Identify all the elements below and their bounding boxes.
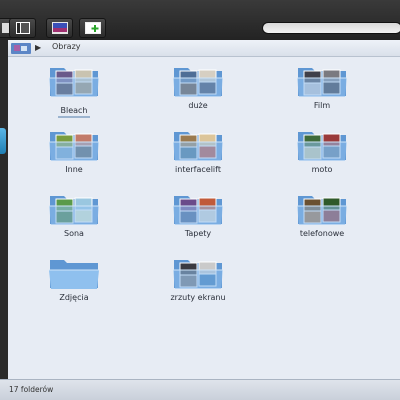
folder-icon [49,260,99,289]
sidebar-handle[interactable] [0,128,6,154]
folder-name: Film [313,101,331,110]
folder-item[interactable]: Film [274,64,370,116]
folder-name: moto [311,165,333,174]
search-input[interactable] [262,22,400,34]
desktop-preview-icon [51,22,68,34]
folder-icon [173,132,223,161]
folder-count: 17 folderów [9,385,54,394]
folder-name: duże [188,101,208,110]
folder-item[interactable]: Inne [26,128,122,180]
folder-item[interactable]: duże [150,64,246,116]
folder-name: Bleach [58,106,90,118]
folder-grid: Bleach duże Film Inne interfacelift moto Sona T… [8,57,400,379]
folder-name: Zdjęcia [59,293,89,302]
columns-view-button[interactable] [9,18,36,38]
new-folder-icon [84,22,101,34]
folder-item[interactable]: Tapety [150,192,246,244]
folder-item[interactable]: telefonowe [274,192,370,244]
folder-icon [173,196,223,225]
folder-icon [297,196,347,225]
folder-name: zrzuty ekranu [170,293,226,302]
folder-name: Sona [64,229,84,238]
preview-button[interactable] [46,18,73,38]
toolbar [0,0,400,40]
folder-icon [49,132,99,161]
columns-view-icon [15,22,30,34]
status-bar: 17 folderów [0,379,400,400]
folder-name: Tapety [184,229,212,238]
folder-icon [173,260,223,289]
folder-item[interactable]: Sona [26,192,122,244]
folder-item[interactable]: moto [274,128,370,180]
breadcrumb: ▶ Obrazy [8,40,400,57]
folder-item[interactable]: Zdjęcia [26,256,122,308]
folder-icon [297,132,347,161]
folder-icon [49,68,99,97]
folder-icon [297,68,347,97]
folder-icon [173,68,223,97]
folder-name: telefonowe [299,229,345,238]
pictures-folder-icon[interactable] [11,42,31,54]
folder-item[interactable]: Bleach [26,64,122,118]
folder-name: Inne [65,165,83,174]
folder-icon [49,196,99,225]
breadcrumb-separator: ▶ [35,43,42,52]
folder-name: interfacelift [175,165,221,174]
folder-item[interactable]: interfacelift [150,128,246,180]
new-folder-button[interactable] [79,18,106,38]
folder-item[interactable]: zrzuty ekranu [150,256,246,308]
breadcrumb-current[interactable]: Obrazy [52,42,81,51]
